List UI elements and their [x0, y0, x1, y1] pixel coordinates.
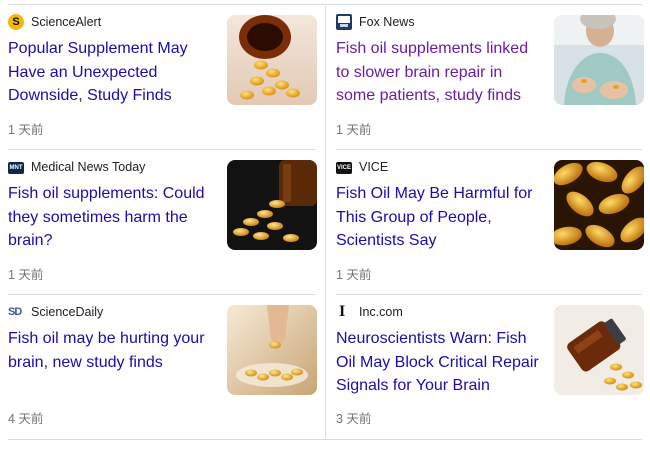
source-name: Medical News Today: [31, 160, 146, 174]
source-name: Fox News: [359, 15, 415, 29]
inc-logo-icon: [336, 303, 352, 320]
tilted-bottle-capsules-image[interactable]: [554, 305, 644, 395]
woman-holding-capsules-image[interactable]: [554, 15, 644, 105]
source-row: Medical News Today: [8, 159, 145, 175]
article-title-link[interactable]: Fish oil supplements: Could they sometim…: [8, 182, 213, 253]
article-time: 1 天前: [336, 268, 372, 282]
news-card-inc[interactable]: Inc.com Neuroscientists Warn: Fish Oil M…: [336, 295, 646, 440]
article-time: 4 天前: [8, 412, 44, 426]
sciencedaily-logo-icon: [8, 304, 24, 320]
capsules-spilling-from-bottle-image[interactable]: [227, 160, 317, 250]
article-title-link[interactable]: Fish oil supplements linked to slower br…: [336, 37, 541, 108]
column-divider: [325, 6, 326, 438]
article-title-link[interactable]: Popular Supplement May Have an Unexpecte…: [8, 37, 213, 108]
source-row: Inc.com: [336, 303, 403, 320]
news-card-sciencealert[interactable]: ScienceAlert Popular Supplement May Have…: [8, 5, 318, 150]
article-title-link[interactable]: Neuroscientists Warn: Fish Oil May Block…: [336, 327, 541, 398]
source-name: ScienceAlert: [31, 15, 102, 29]
hand-picking-capsule-image[interactable]: [227, 305, 317, 395]
fish-oil-bottle-spill-image[interactable]: [227, 15, 317, 105]
article-time: 3 天前: [336, 412, 372, 426]
source-name: Inc.com: [359, 305, 403, 319]
source-row: Fox News: [336, 14, 415, 30]
fox-news-logo-icon: [336, 14, 352, 30]
vice-logo-icon: [336, 162, 352, 174]
source-name: VICE: [359, 160, 389, 174]
article-time: 1 天前: [336, 123, 372, 137]
news-card-medical-news-today[interactable]: Medical News Today Fish oil supplements:…: [8, 150, 318, 295]
news-card-fox-news[interactable]: Fox News Fish oil supplements linked to …: [336, 5, 646, 150]
article-time: 1 天前: [8, 268, 44, 282]
source-row: ScienceDaily: [8, 304, 103, 320]
article-time: 1 天前: [8, 123, 44, 137]
sciencealert-logo-icon: [8, 14, 24, 30]
news-card-sciencedaily[interactable]: ScienceDaily Fish oil may be hurting you…: [8, 295, 318, 440]
source-row: ScienceAlert: [8, 14, 101, 30]
news-card-vice[interactable]: VICE Fish Oil May Be Harmful for This Gr…: [336, 150, 646, 295]
article-title-link[interactable]: Fish oil may be hurting your brain, new …: [8, 327, 213, 374]
source-name: ScienceDaily: [31, 305, 104, 319]
source-row: VICE: [336, 159, 388, 175]
capsules-closeup-image[interactable]: [554, 160, 644, 250]
medical-news-today-logo-icon: [8, 162, 24, 174]
article-title-link[interactable]: Fish Oil May Be Harmful for This Group o…: [336, 182, 541, 253]
